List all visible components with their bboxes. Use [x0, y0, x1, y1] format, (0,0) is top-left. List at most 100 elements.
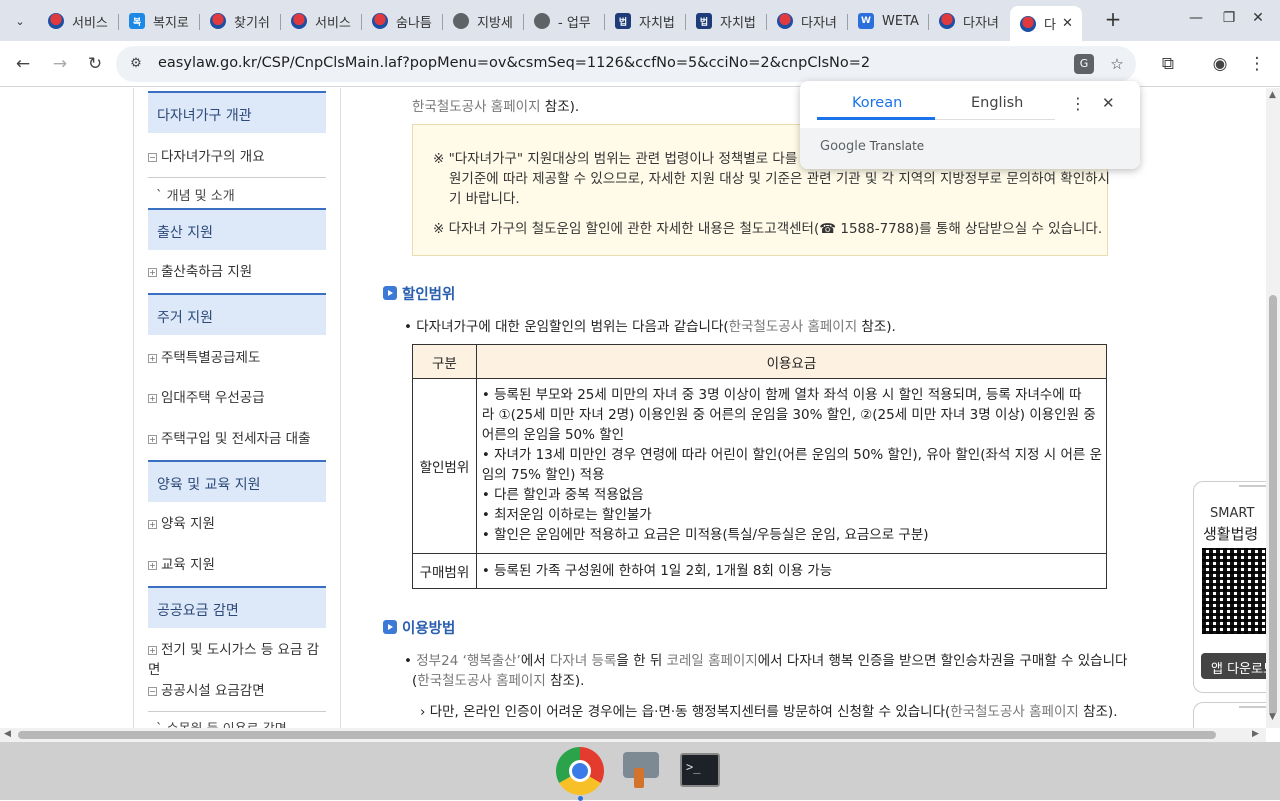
sidebar-item-overview[interactable]: − 다자녀가구의 개요 — [148, 145, 326, 167]
collapse-icon: − — [148, 687, 157, 696]
close-tab-icon[interactable]: ✕ — [1062, 16, 1073, 31]
close-window-icon[interactable]: ✕ — [1248, 10, 1268, 26]
lang-tab-korean[interactable]: Korean — [852, 95, 902, 111]
tab-search-button[interactable]: ⌄ — [6, 8, 34, 34]
chrome-center — [569, 760, 591, 782]
section-title-discount: 할인범위 — [402, 287, 456, 303]
sidebar-head-overview[interactable]: 다자녀가구 개관 — [148, 91, 326, 133]
horizontal-scrollbar[interactable]: ◀ ▶ — [0, 728, 1266, 742]
scroll-down-icon[interactable]: ▼ — [1269, 712, 1276, 722]
sidebar-head-housing[interactable]: 주거 지원 — [148, 293, 326, 335]
browser-tab[interactable]: 다 ✕ — [1010, 6, 1082, 41]
sidebar-item-education[interactable]: + 교육 지원 — [148, 553, 326, 575]
menu-icon[interactable]: ⋮ — [1245, 52, 1269, 76]
browser-tab[interactable]: 다자녀 — [929, 6, 1010, 36]
cell-line: • 최저운임 이하로는 할인불가 — [481, 507, 652, 523]
sidebar-item-label: 다자녀가구의 개요 — [161, 149, 265, 165]
expand-icon: + — [148, 268, 157, 277]
browser-tab[interactable]: W WETA — [848, 6, 929, 36]
section-bullet-icon — [383, 620, 397, 634]
translate-icon[interactable]: G — [1074, 54, 1094, 74]
sidebar-item-childcare[interactable]: + 양육 지원 — [148, 512, 326, 534]
text: 에서 다자녀 행복 인증을 받으면 할인승차권을 구매할 수 있습니다 — [757, 653, 1128, 669]
globe-icon — [453, 13, 469, 29]
horizontal-scroll-thumb[interactable] — [18, 731, 1216, 739]
hyperlink[interactable]: 한국철도공사 홈페이지 — [412, 99, 541, 115]
scroll-left-icon[interactable]: ◀ — [4, 729, 11, 739]
hyperlink[interactable]: 다자녀 등록 — [550, 653, 616, 669]
vertical-scroll-thumb[interactable] — [1269, 295, 1277, 715]
hyperlink[interactable]: 한국철도공사 홈페이지 — [950, 704, 1079, 720]
scroll-up-icon[interactable]: ▲ — [1269, 90, 1276, 100]
table-row: 할인범위 • 등록된 부모와 25세 미만의 자녀 중 3명 이상이 함께 열차… — [412, 378, 1108, 554]
handle-icon — [1239, 485, 1266, 490]
vertical-scrollbar[interactable]: ▲ ▼ — [1266, 88, 1280, 728]
expand-icon: + — [148, 520, 157, 529]
sidebar-border — [340, 88, 341, 728]
forward-button[interactable]: → — [48, 52, 72, 76]
bookmark-star-icon[interactable]: ☆ — [1106, 53, 1128, 75]
globe-icon — [534, 13, 550, 29]
browser-tab[interactable]: - 업무 — [524, 6, 605, 36]
sidebar-item-birth-bonus[interactable]: + 출산축하금 지원 — [148, 260, 326, 282]
sidebar-item-rental[interactable]: + 임대주택 우선공급 — [148, 386, 326, 408]
browser-tab[interactable]: 찾기쉬 — [200, 6, 281, 36]
browser-tab[interactable]: 서비스 — [281, 6, 362, 36]
browser-tab[interactable]: 지방세 — [443, 6, 524, 36]
url-text[interactable]: easylaw.go.kr/CSP/CnpClsMain.laf?popMenu… — [158, 55, 870, 71]
expand-icon: + — [148, 354, 157, 363]
app-promo-widget[interactable]: SMART 생활법령 앱 다운로드 — [1193, 481, 1266, 693]
browser-tab[interactable]: 복 복지로 — [119, 6, 200, 36]
expand-icon: + — [148, 646, 157, 655]
sidebar-item-label: 임대주택 우선공급 — [161, 390, 265, 406]
howto-line-1: • 정부24 ‘행복출산’에서 다자녀 등록을 한 뒤 코레일 홈페이지에서 다… — [404, 649, 1127, 669]
korea-gov-icon — [291, 13, 307, 29]
translate-wordmark: Translate — [869, 139, 925, 153]
sidebar-item-electricity[interactable]: + 전기 및 도시가스 등 요금 감면 — [148, 638, 326, 678]
sidebar-head-childcare[interactable]: 양육 및 교육 지원 — [148, 460, 326, 502]
browser-tab[interactable]: 법 자치법 — [686, 6, 767, 36]
minimize-icon[interactable]: — — [1186, 10, 1206, 26]
hyperlink[interactable]: 한국철도공사 홈페이지 — [729, 319, 858, 335]
text: 참조). — [1078, 704, 1118, 720]
terminal-taskbar-icon[interactable]: >_ — [677, 746, 727, 794]
browser-tab[interactable]: 법 자치법 — [605, 6, 686, 36]
chrome-taskbar-icon[interactable] — [555, 746, 605, 801]
new-tab-button[interactable]: + — [1102, 9, 1124, 31]
text: 을 한 뒤 — [616, 653, 667, 669]
restore-icon[interactable]: ❐ — [1219, 10, 1239, 26]
sidebar-subitem-arboretum[interactable]: ˋ 수목원 등 이용료 감면 — [156, 718, 287, 728]
cell-line: • 등록된 부모와 25세 미만의 자녀 중 3명 이상이 함께 열차 좌석 이… — [481, 387, 1082, 403]
sidebar-item-label: 공공시설 요금감면 — [161, 683, 265, 699]
sidebar-subitem-concept[interactable]: ˋ 개념 및 소개 — [156, 185, 235, 204]
sidebar-item-public-facilities[interactable]: − 공공시설 요금감면 — [148, 679, 326, 701]
sidebar-item-special-supply[interactable]: + 주택특별공급제도 — [148, 346, 326, 368]
reload-button[interactable]: ↻ — [83, 52, 107, 76]
tab-label: 자치법 — [720, 15, 756, 31]
extensions-icon[interactable]: ⧉ — [1156, 52, 1180, 76]
browser-tab[interactable]: 다자녀 — [767, 6, 848, 36]
text: • — [404, 653, 417, 669]
back-button[interactable]: ← — [11, 52, 35, 76]
hyperlink[interactable]: 한국철도공사 홈페이지 — [417, 673, 546, 689]
sidebar-item-label: 주택구입 및 전세자금 대출 — [161, 431, 311, 447]
address-bar[interactable]: ⚙ easylaw.go.kr/CSP/CnpClsMain.laf?popMe… — [116, 46, 1136, 82]
sidebar-head-utilities[interactable]: 공공요금 감면 — [148, 586, 326, 628]
lang-tab-english[interactable]: English — [971, 95, 1023, 111]
expand-icon: + — [148, 394, 157, 403]
google-wordmark: Google — [820, 139, 866, 154]
browser-tab[interactable]: 서비스 — [38, 6, 119, 36]
browser-tab[interactable]: 숨나틈 — [362, 6, 443, 36]
more-options-icon[interactable]: ⋮ — [1070, 94, 1086, 113]
profile-icon[interactable]: ◉ — [1208, 52, 1232, 76]
text: 참조). — [540, 99, 580, 115]
close-popup-icon[interactable]: ✕ — [1102, 94, 1115, 112]
scroll-right-icon[interactable]: ▶ — [1252, 729, 1259, 739]
app-download-button[interactable]: 앱 다운로드 — [1201, 653, 1266, 679]
hyperlink[interactable]: 정부24 ‘행복출산’ — [416, 653, 521, 669]
site-info-icon[interactable]: ⚙ — [126, 54, 146, 74]
hyperlink[interactable]: 코레일 홈페이지 — [667, 653, 758, 669]
sidebar-item-loan[interactable]: + 주택구입 및 전세자금 대출 — [148, 427, 326, 449]
tool-taskbar-icon[interactable] — [619, 746, 669, 794]
sidebar-head-birth[interactable]: 출산 지원 — [148, 208, 326, 250]
